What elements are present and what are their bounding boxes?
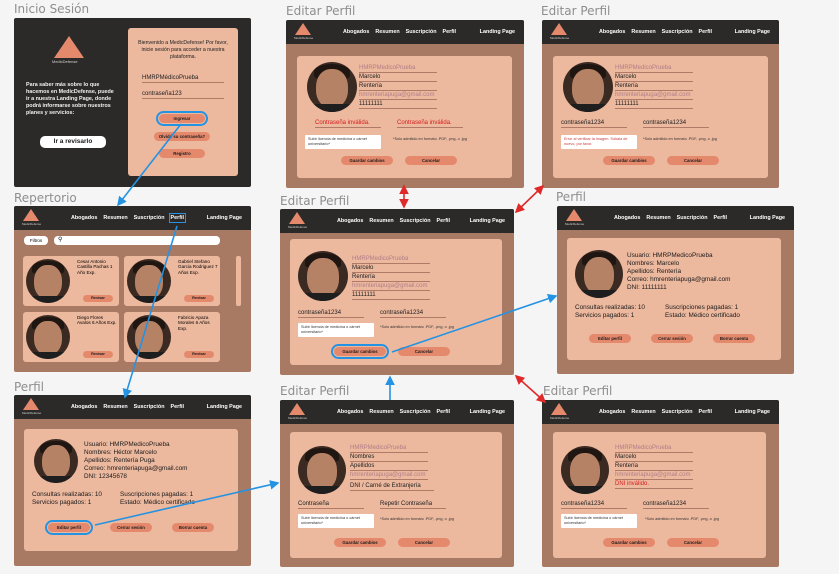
arrow-login-to-repertorio xyxy=(117,123,182,207)
arrow-repertorio-to-perfil xyxy=(122,225,178,399)
arrow-red-valid-dni xyxy=(514,374,547,404)
flow-arrows xyxy=(94,123,558,526)
arrow-red-valid-upload xyxy=(514,184,545,214)
arrow-save-to-perfil xyxy=(391,294,558,353)
arrow-perfil-to-editar xyxy=(94,480,280,526)
